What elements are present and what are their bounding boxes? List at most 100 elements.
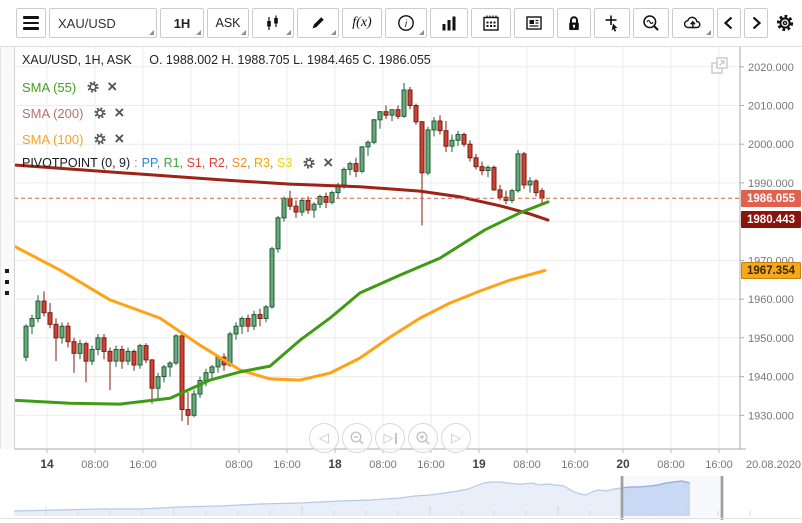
ohlc-symbol: XAU/USD, 1H, ASK xyxy=(22,53,132,67)
scroll-left-button[interactable] xyxy=(717,8,741,38)
pivot-level-label: S2 xyxy=(231,156,248,170)
close-icon[interactable]: × xyxy=(107,78,117,95)
price-tick-label: 1930.000 xyxy=(748,410,794,422)
cloud-upload-icon xyxy=(683,16,701,29)
price-tick-label: 1990.000 xyxy=(748,178,794,190)
chevron-left-icon xyxy=(723,16,733,30)
price-tick-label: 2010.000 xyxy=(748,101,794,113)
toolbar: XAU/USD 1H ASK f(x) i xyxy=(16,8,799,38)
lock-icon xyxy=(569,16,579,30)
legend-row-pivotpoint: PIVOTPOINT (0, 9) : PP, R1, S1, R2, S2, … xyxy=(22,154,333,172)
gear-icon[interactable] xyxy=(302,156,316,170)
dropdown-corner-icon xyxy=(241,30,246,35)
crosshair-button[interactable] xyxy=(594,8,630,38)
skip-bar xyxy=(394,432,397,444)
price-type-selector[interactable]: ASK xyxy=(207,8,249,38)
navigator-window[interactable] xyxy=(622,476,722,520)
timeframe-label: 1H xyxy=(173,15,191,31)
time-tick-label: 19 xyxy=(472,457,486,471)
magnifier-icon xyxy=(643,15,659,31)
time-tick-label: 16:00 xyxy=(273,459,301,471)
price-tick-label: 1940.000 xyxy=(748,372,794,384)
pivot-level-label: S3 xyxy=(276,156,293,170)
gear-icon[interactable] xyxy=(93,132,107,146)
close-icon[interactable]: × xyxy=(323,154,333,171)
navigator-handle-left[interactable] xyxy=(620,476,624,520)
close-icon[interactable]: × xyxy=(114,104,124,121)
pivot-level-label: R3 xyxy=(254,156,270,170)
indicator-label: SMA (200) xyxy=(22,105,84,121)
legend-row-sma55: SMA (55) × xyxy=(22,78,117,96)
volume-bars-icon xyxy=(442,16,456,31)
pencil-icon xyxy=(312,17,324,29)
time-tick-label: 16:00 xyxy=(705,459,733,471)
pan-left-button[interactable]: ◁ xyxy=(309,423,339,453)
magnifier-plus-icon xyxy=(416,431,430,445)
indicators-button[interactable]: f(x) xyxy=(342,8,382,38)
dropdown-corner-icon xyxy=(706,30,711,35)
time-tick-label: 16:00 xyxy=(417,459,445,471)
fx-icon: f(x) xyxy=(352,15,372,30)
pivot-separator: : xyxy=(134,156,138,170)
time-tick-label: 20 xyxy=(616,457,630,471)
close-icon[interactable]: × xyxy=(114,130,124,147)
gear-icon[interactable] xyxy=(93,106,107,120)
time-tick-label: 08:00 xyxy=(225,459,253,471)
pivot-levels: PP, R1, S1, R2, S2, R3, S3 xyxy=(141,156,293,170)
pan-right-button[interactable]: ▷ xyxy=(441,423,471,453)
time-tick-label: 16:00 xyxy=(561,459,589,471)
news-button[interactable] xyxy=(514,8,554,38)
left-panel-splitter[interactable] xyxy=(0,47,15,449)
price-tick-label: 1970.000 xyxy=(748,255,794,267)
price-tick-label: 1950.000 xyxy=(748,333,794,345)
timeframe-selector[interactable]: 1H xyxy=(160,8,204,38)
zoom-button[interactable] xyxy=(633,8,669,38)
sma55-line xyxy=(12,200,550,406)
zoom-out-button[interactable] xyxy=(342,423,372,453)
info-icon: i xyxy=(398,15,414,31)
pivot-level-label: S1 xyxy=(186,156,202,170)
price-tick-label: 2020.000 xyxy=(748,62,794,74)
pivot-level-label: PP xyxy=(141,156,157,170)
menu-button[interactable] xyxy=(16,8,46,38)
price-tick-label: 1960.000 xyxy=(748,294,794,306)
navigator-handle-right[interactable] xyxy=(720,476,724,520)
chart-nav-buttons: ◁ ▷ ▷ xyxy=(309,423,471,453)
calendar-button[interactable] xyxy=(471,8,511,38)
expand-chart-button[interactable] xyxy=(706,52,734,80)
triangle-left-icon: ◁ xyxy=(319,430,329,445)
gear-icon[interactable] xyxy=(86,80,100,94)
legend-row-sma100: SMA (100) × xyxy=(22,130,124,148)
price-tick-label: 2000.000 xyxy=(748,139,794,151)
draw-tools-button[interactable] xyxy=(297,8,339,38)
symbol-selector[interactable]: XAU/USD xyxy=(49,8,157,38)
time-tick-label: 08:00 xyxy=(81,459,109,471)
lock-button[interactable] xyxy=(557,8,591,38)
hamburger-icon xyxy=(23,16,39,30)
drag-handle-icon xyxy=(5,269,9,295)
share-button[interactable] xyxy=(672,8,714,38)
price-type-label: ASK xyxy=(215,16,241,30)
axis-date-label: 20.08.2020 xyxy=(746,459,801,471)
chart-type-button[interactable] xyxy=(252,8,294,38)
scroll-right-button[interactable] xyxy=(744,8,768,38)
settings-button[interactable] xyxy=(771,8,799,38)
calendar-icon xyxy=(483,15,499,31)
go-to-end-button[interactable]: ▷ xyxy=(375,423,405,453)
gear-icon xyxy=(776,14,794,32)
zoom-in-button[interactable] xyxy=(408,423,438,453)
pivot-level-label: R2 xyxy=(208,156,225,170)
volume-button[interactable] xyxy=(430,8,468,38)
dropdown-corner-icon xyxy=(331,30,336,35)
time-tick-label: 18 xyxy=(328,457,342,471)
legend-row-sma200: SMA (200) × xyxy=(22,104,124,122)
info-button[interactable]: i xyxy=(385,8,427,38)
svg-text:i: i xyxy=(405,19,408,30)
ohlc-legend: XAU/USD, 1H, ASK O. 1988.002 H. 1988.705… xyxy=(22,53,431,67)
indicator-label: SMA (100) xyxy=(22,131,84,147)
indicator-label: SMA (55) xyxy=(22,79,77,95)
time-tick-label: 14 xyxy=(40,457,54,471)
time-tick-label: 08:00 xyxy=(513,459,541,471)
trading-terminal: 2020.000 2010.000 2000.000 1990.000 1970.000… xyxy=(0,0,802,523)
ohlc-values: O. 1988.002 H. 1988.705 L. 1984.465 C. 1… xyxy=(149,53,431,67)
